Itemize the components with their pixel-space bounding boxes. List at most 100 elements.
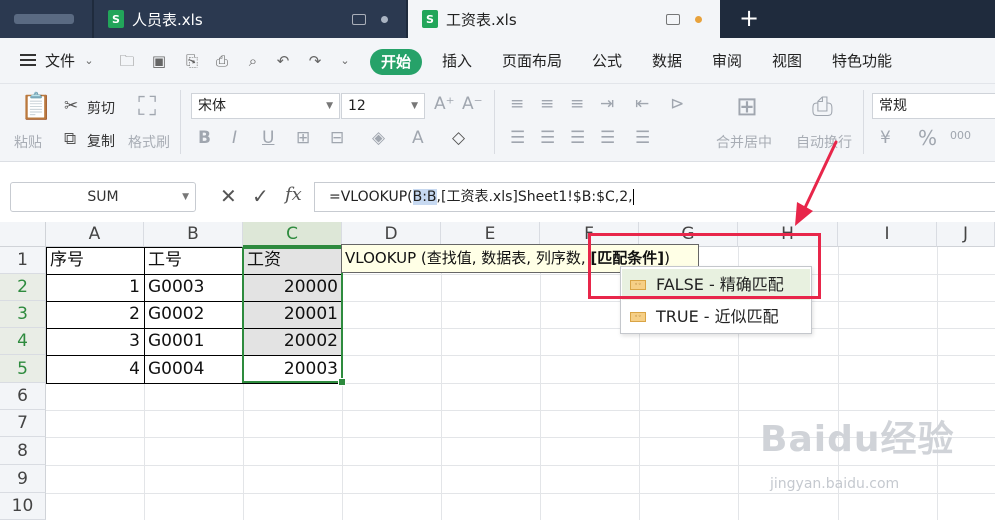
row-header-9[interactable]: 9 — [0, 465, 46, 493]
tab-formulas[interactable]: 公式 — [592, 38, 622, 84]
italic-icon[interactable]: I — [232, 128, 237, 148]
chevron-down-icon[interactable]: ⌄ — [336, 52, 354, 70]
cell-a3[interactable]: 2 — [47, 301, 143, 328]
cell-b4[interactable]: G0001 — [145, 328, 242, 355]
font-name-select[interactable]: 宋体 ▼ — [191, 93, 340, 119]
align-left-icon[interactable]: ☰ — [510, 128, 525, 148]
tab-special-features[interactable]: 特色功能 — [832, 38, 892, 84]
auto-wrap-button[interactable]: 自动换行 — [796, 132, 852, 152]
fill-color-icon[interactable]: ◈ — [372, 128, 385, 148]
format-painter-icon[interactable]: ⛶ — [138, 92, 156, 122]
cell-a4[interactable]: 3 — [47, 328, 143, 355]
align-middle-icon[interactable]: ≡ — [540, 94, 554, 114]
chevron-down-icon[interactable]: ⌄ — [80, 52, 98, 70]
row-header-3[interactable]: 3 — [0, 301, 46, 328]
new-tab-button[interactable]: + — [736, 4, 762, 32]
cell-c2[interactable]: 20000 — [244, 274, 341, 301]
border-icon[interactable]: ⊞ — [296, 128, 310, 148]
confirm-check-icon[interactable]: ✓ — [252, 184, 269, 208]
tab-data[interactable]: 数据 — [652, 38, 682, 84]
cut-button[interactable]: 剪切 — [87, 98, 115, 118]
increase-font-icon[interactable]: A⁺ — [434, 94, 455, 114]
tab-page-layout[interactable]: 页面布局 — [502, 38, 562, 84]
number-format-select[interactable]: 常规 — [872, 93, 995, 119]
save-icon[interactable]: ▣ — [150, 52, 168, 70]
cell-b5[interactable]: G0004 — [145, 355, 242, 383]
unsaved-dot-icon[interactable] — [695, 15, 702, 23]
print-icon[interactable]: ⎙ — [213, 52, 231, 70]
cell-c5[interactable]: 20003 — [244, 355, 341, 383]
align-center-icon[interactable]: ☰ — [540, 128, 555, 148]
cell-b1[interactable]: 工号 — [145, 247, 242, 274]
redo-icon[interactable]: ↷ — [306, 52, 324, 70]
align-right-icon[interactable]: ☰ — [570, 128, 585, 148]
row-header-10[interactable]: 10 — [0, 493, 46, 520]
undo-icon[interactable]: ↶ — [274, 52, 292, 70]
select-all-corner[interactable] — [0, 222, 46, 247]
wrap-text-icon[interactable]: ⎙ — [812, 92, 833, 122]
cell-b3[interactable]: G0002 — [145, 301, 242, 328]
justify-icon[interactable]: ☰ — [600, 128, 615, 148]
row-header-8[interactable]: 8 — [0, 437, 46, 465]
tab-start[interactable]: 开始 — [370, 49, 422, 75]
column-header-c[interactable]: C — [243, 222, 342, 247]
hamburger-icon[interactable] — [20, 54, 36, 66]
percent-icon[interactable]: % — [918, 128, 937, 148]
row-header-4[interactable]: 4 — [0, 328, 46, 355]
row-header-1[interactable]: 1 — [0, 247, 46, 274]
tab-renyuanbiao[interactable]: S 人员表.xls — [94, 0, 406, 38]
orientation-icon[interactable]: ⊳ — [670, 94, 684, 114]
merge-cells-icon[interactable]: ⊟ — [330, 128, 344, 148]
text-direction-icon[interactable]: ⇤ — [635, 94, 649, 114]
tab-gongzibiao[interactable]: S 工资表.xls — [408, 0, 720, 38]
merge-center-icon[interactable]: ⊞ — [736, 92, 758, 122]
paste-button[interactable]: 粘贴 — [14, 132, 42, 152]
copy-icon[interactable]: ⧉ — [64, 129, 76, 149]
clear-eraser-icon[interactable]: ◇ — [452, 128, 465, 148]
column-header-a[interactable]: A — [46, 222, 144, 247]
export-icon[interactable]: ⎘ — [183, 52, 201, 70]
distributed-icon[interactable]: ☰ — [635, 128, 650, 148]
currency-icon[interactable]: ¥ — [880, 128, 891, 148]
decrease-font-icon[interactable]: A⁻ — [462, 94, 483, 114]
cell-a5[interactable]: 4 — [47, 355, 143, 383]
font-size-select[interactable]: 12 ▼ — [341, 93, 425, 119]
open-folder-icon[interactable]: 🗀 — [118, 52, 136, 70]
thousands-separator-icon[interactable]: 000 — [950, 126, 971, 146]
screen-icon[interactable] — [352, 13, 366, 25]
row-header-2[interactable]: 2 — [0, 274, 46, 301]
tab-review[interactable]: 审阅 — [712, 38, 742, 84]
format-painter-button[interactable]: 格式刷 — [128, 132, 170, 152]
cell-c4[interactable]: 20002 — [244, 328, 341, 355]
cell-a2[interactable]: 1 — [47, 274, 143, 301]
screen-icon[interactable] — [666, 13, 680, 25]
cell-c1[interactable]: 工资 — [244, 247, 341, 274]
column-header-i[interactable]: I — [838, 222, 937, 247]
merge-center-button[interactable]: 合并居中 — [716, 132, 772, 152]
scissors-icon[interactable]: ✂ — [64, 96, 78, 116]
name-box[interactable]: SUM ▼ — [10, 182, 196, 212]
bold-icon[interactable]: B — [198, 128, 211, 148]
autocomplete-item-true[interactable]: ◦◦ TRUE - 近似匹配 — [622, 301, 810, 332]
cancel-icon[interactable]: ✕ — [220, 184, 237, 208]
unsaved-dot-icon[interactable] — [381, 15, 388, 23]
menu-file[interactable]: 文件 — [45, 38, 75, 84]
row-header-6[interactable]: 6 — [0, 383, 46, 410]
paste-icon[interactable]: 📋 — [20, 92, 52, 122]
align-bottom-icon[interactable]: ≡ — [570, 94, 584, 114]
font-color-icon[interactable]: A — [412, 128, 424, 148]
cell-a1[interactable]: 序号 — [47, 247, 143, 274]
tab-insert[interactable]: 插入 — [442, 38, 472, 84]
formula-input[interactable]: =VLOOKUP(B:B,[工资表.xls]Sheet1!$B:$C,2, — [314, 182, 995, 212]
cell-b2[interactable]: G0003 — [145, 274, 242, 301]
copy-button[interactable]: 复制 — [87, 131, 115, 151]
row-header-7[interactable]: 7 — [0, 410, 46, 437]
indent-icon[interactable]: ⇥ — [600, 94, 614, 114]
cell-c3[interactable]: 20001 — [244, 301, 341, 328]
align-top-icon[interactable]: ≡ — [510, 94, 524, 114]
tab-view[interactable]: 视图 — [772, 38, 802, 84]
print-preview-icon[interactable]: ⌕ — [244, 52, 262, 70]
column-header-j[interactable]: J — [937, 222, 995, 247]
row-header-5[interactable]: 5 — [0, 355, 46, 383]
insert-function-icon[interactable]: fx — [285, 184, 302, 205]
